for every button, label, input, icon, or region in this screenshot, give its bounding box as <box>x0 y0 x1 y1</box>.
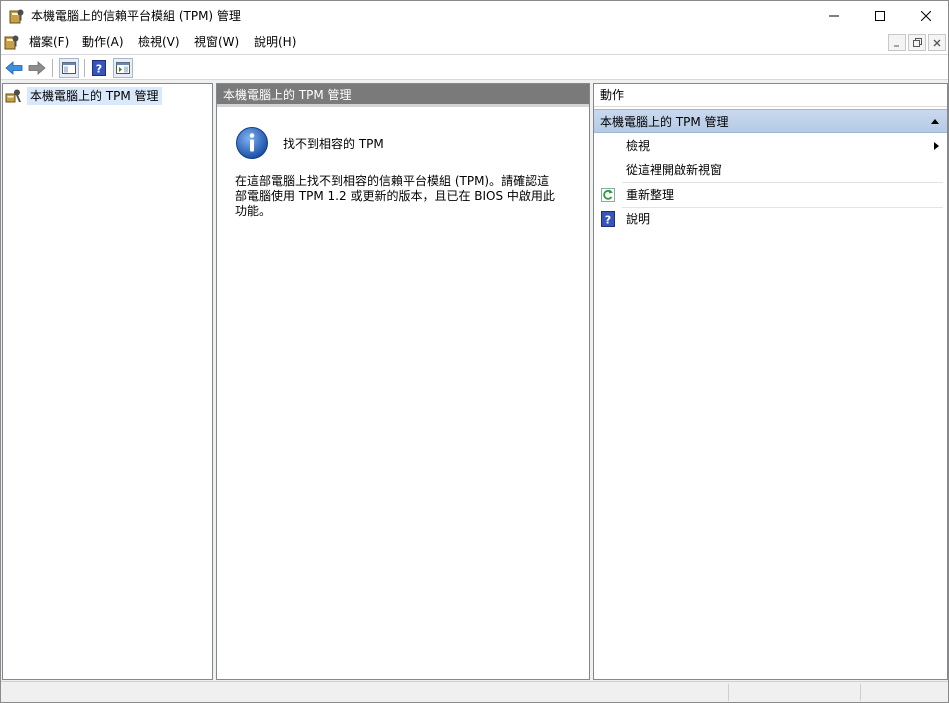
action-help-label: 說明 <box>626 212 651 226</box>
show-hide-tree-button[interactable] <box>59 58 79 78</box>
minimize-button[interactable] <box>811 1 857 31</box>
tpm-node-icon <box>5 89 21 103</box>
forward-button[interactable] <box>27 58 47 78</box>
mdi-close-button[interactable] <box>928 34 946 51</box>
toolbar: ? <box>1 54 948 80</box>
maximize-icon <box>875 11 885 21</box>
toolbar-separator <box>52 59 53 77</box>
window-title: 本機電腦上的信賴平台模組 (TPM) 管理 <box>31 9 241 23</box>
minimize-icon <box>829 15 839 17</box>
mdi-controls <box>888 34 946 51</box>
action-view[interactable]: 檢視 <box>594 134 947 158</box>
menu-action[interactable]: 動作(A) <box>82 31 124 54</box>
help-icon: ? <box>92 60 106 76</box>
help-icon: ? <box>601 211 615 227</box>
mdi-minimize-button[interactable] <box>888 34 906 51</box>
result-pane: 本機電腦上的 TPM 管理 找不到相容的 TPM 在這部電腦上找不到相容的信賴平… <box>216 83 590 680</box>
close-icon <box>921 11 931 21</box>
action-new-window-label: 從這裡開啟新視窗 <box>626 163 723 177</box>
toolbar-separator <box>84 59 85 77</box>
message-title: 找不到相容的 TPM <box>283 137 384 151</box>
actions-pane-header: 動作 <box>594 84 947 107</box>
collapse-arrow-icon[interactable] <box>931 119 939 124</box>
info-icon <box>235 126 269 160</box>
console-tree-pane: 本機電腦上的 TPM 管理 <box>2 83 213 680</box>
system-menu-icon[interactable] <box>4 34 20 50</box>
menu-bar: 檔案(F) 動作(A) 檢視(V) 視窗(W) 說明(H) <box>1 31 948 54</box>
menu-help[interactable]: 說明(H) <box>254 31 296 54</box>
back-arrow-icon <box>5 61 23 75</box>
action-pane-icon <box>116 62 130 74</box>
close-button[interactable] <box>903 1 948 31</box>
action-help[interactable]: ? 說明 <box>594 207 947 231</box>
back-button[interactable] <box>4 58 24 78</box>
tree-item-tpm-management[interactable]: 本機電腦上的 TPM 管理 <box>5 86 162 106</box>
minimize-icon <box>894 45 899 46</box>
mdi-restore-button[interactable] <box>908 34 926 51</box>
mmc-window: 本機電腦上的信賴平台模組 (TPM) 管理 檔案(F) 動作(A) 檢視(V) … <box>0 0 949 703</box>
action-refresh[interactable]: 重新整理 <box>594 183 947 207</box>
menu-window[interactable]: 視窗(W) <box>194 31 239 54</box>
title-bar[interactable]: 本機電腦上的信賴平台模組 (TPM) 管理 <box>1 1 948 31</box>
message-body: 在這部電腦上找不到相容的信賴平台模組 (TPM)。請確認這部電腦使用 TPM 1… <box>235 174 555 218</box>
svg-text:?: ? <box>605 214 611 227</box>
close-icon <box>933 39 941 46</box>
result-pane-header: 本機電腦上的 TPM 管理 <box>217 84 589 107</box>
action-refresh-label: 重新整理 <box>626 188 675 202</box>
refresh-icon <box>601 187 615 203</box>
status-separator <box>728 684 729 701</box>
status-bar <box>1 681 948 702</box>
help-button[interactable]: ? <box>89 58 109 78</box>
actions-section-header[interactable]: 本機電腦上的 TPM 管理 <box>594 109 947 133</box>
tpm-app-icon <box>9 8 25 24</box>
maximize-button[interactable] <box>857 1 903 31</box>
status-separator <box>860 684 861 701</box>
actions-section-title: 本機電腦上的 TPM 管理 <box>600 115 729 129</box>
menu-file[interactable]: 檔案(F) <box>29 31 69 54</box>
submenu-arrow-icon <box>934 142 939 150</box>
menu-view[interactable]: 檢視(V) <box>138 31 180 54</box>
forward-arrow-icon <box>28 61 46 75</box>
actions-pane: 動作 本機電腦上的 TPM 管理 檢視 從這裡開啟新視窗 重新整理 ? 說明 <box>593 83 948 680</box>
action-view-label: 檢視 <box>626 139 651 153</box>
console-tree-icon <box>62 62 76 74</box>
restore-icon <box>912 38 922 47</box>
svg-text:?: ? <box>96 63 102 76</box>
action-new-window[interactable]: 從這裡開啟新視窗 <box>594 158 947 182</box>
show-hide-action-pane-button[interactable] <box>113 58 133 78</box>
tree-item-label: 本機電腦上的 TPM 管理 <box>27 87 162 105</box>
